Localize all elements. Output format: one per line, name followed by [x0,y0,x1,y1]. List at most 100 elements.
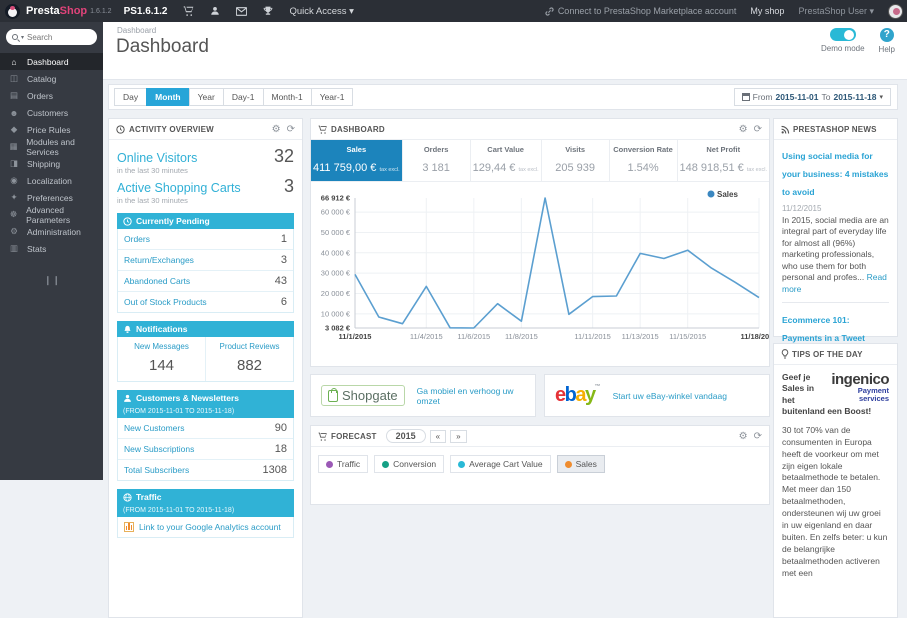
panel-settings-icon[interactable]: ⚙ [272,124,281,135]
product-reviews-cell[interactable]: Product Reviews 882 [205,337,293,381]
new-messages-cell[interactable]: New Messages 144 [118,337,205,381]
svg-text:11/6/2015: 11/6/2015 [457,332,490,341]
new-subscriptions-row[interactable]: New Subscriptions 18 [118,439,293,460]
sidebar-nav: ▾ ⌂Dashboard ◫Catalog ▤Orders ☻Customers… [0,22,103,480]
user-menu[interactable]: PrestaShop User ▾ [798,6,874,17]
sidebar-search[interactable]: ▾ [6,29,97,45]
center-column: DASHBOARD ⚙ ⟳ Sales 411 759,00 € tax excl… [310,118,778,518]
kpi-tab-orders[interactable]: Orders 3 181 [403,140,471,181]
forecast-year: 2015 [385,429,426,443]
news-article-excerpt: In 2015, social media are an integral pa… [782,215,889,294]
demo-mode-toggle[interactable] [829,28,856,41]
kpi-tab-conversion-rate[interactable]: Conversion Rate 1.54% [610,140,678,181]
google-analytics-link[interactable]: Link to your Google Analytics account [139,522,281,532]
help-control: ? Help [879,28,895,54]
person-icon [124,394,131,402]
shopgate-banner[interactable]: Shopgate Ga mobiel en verhoog uw omzet [310,374,536,417]
svg-text:11/1/2015: 11/1/2015 [339,332,372,341]
my-shop-link[interactable]: My shop [750,6,784,16]
kpi-tab-cart-value[interactable]: Cart Value 129,44 € tax excl. [471,140,542,181]
news-article-title[interactable]: Using social media for your business: 4 … [782,151,888,197]
sidebar-item-administration[interactable]: ⚙ Administration [0,223,103,240]
news-article-title[interactable]: Ecommerce 101: Payments in a Tweet [782,315,865,343]
panel-refresh-icon[interactable]: ⟳ [754,431,762,442]
ebay-logo: ebay™ [555,384,601,406]
ebay-banner[interactable]: ebay™ Start uw eBay-winkel vandaag [544,374,770,417]
online-visitors-value: 32 [273,146,294,166]
forecast-toggle-traffic[interactable]: Traffic [318,455,369,473]
sidebar-item-shipping[interactable]: ◨ Shipping [0,155,103,172]
svg-text:40 000 €: 40 000 € [321,248,351,257]
new-customers-row[interactable]: New Customers 90 [118,418,293,439]
active-carts-link[interactable]: Active Shopping Carts [117,181,241,195]
sidebar-item-catalog[interactable]: ◫ Catalog [0,70,103,87]
shop-name[interactable]: PS1.6.1.2 [124,6,168,17]
ebay-link[interactable]: Start uw eBay-winkel vandaag [613,391,727,401]
date-to-value: 2015-11-18 [833,92,877,102]
kpi-tab-net-profit[interactable]: Net Profit 148 918,51 € tax excl. [678,140,769,181]
filter-day-button[interactable]: Day [114,88,148,106]
panel-refresh-icon[interactable]: ⟳ [287,124,295,135]
kpi-tab-visits[interactable]: Visits 205 939 [542,140,610,181]
filter-day-1-button[interactable]: Day-1 [222,88,264,106]
cart-icon[interactable] [183,5,194,17]
filter-month-1-button[interactable]: Month-1 [262,88,312,106]
pending-row-abandoned-carts[interactable]: Abandoned Carts 43 [118,271,293,292]
forecast-prev-button[interactable]: « [429,429,447,443]
user-avatar[interactable] [888,3,903,19]
help-icon[interactable]: ? [879,28,894,42]
customers-icon: ☻ [9,107,19,118]
panel-title: ACTIVITY OVERVIEW [129,124,214,134]
sidebar-item-customers[interactable]: ☻ Customers [0,104,103,121]
filter-year-1-button[interactable]: Year-1 [310,88,354,106]
sidebar-item-price-rules[interactable]: ◆ Price Rules [0,121,103,138]
brand-name: PrestaShop [26,5,87,17]
divider [782,302,889,304]
link-icon [545,6,554,16]
quick-access-menu[interactable]: Quick Access ▾ [289,6,353,17]
pending-row-out-of-stock[interactable]: Out of Stock Products 6 [118,292,293,312]
sales-line-chart: 66 912 € 60 000 € 50 000 € 40 000 € 30 000 €… [311,182,778,365]
total-subscribers-row[interactable]: Total Subscribers 1308 [118,460,293,480]
pending-row-orders[interactable]: Orders 1 [118,229,293,250]
marketplace-link[interactable]: Connect to PrestaShop Marketplace accoun… [545,6,736,16]
search-input[interactable] [27,32,88,42]
forecast-toggle-conversion[interactable]: Conversion [374,455,445,473]
kpi-tab-sales[interactable]: Sales 411 759,00 € tax excl. [311,140,403,181]
panel-title: PRESTASHOP NEWS [793,124,877,134]
sidebar-item-stats[interactable]: ▥ Stats [0,240,103,257]
sidebar-item-advanced-parameters[interactable]: ☸ Advanced Parameters [0,205,103,225]
tip-body: 30 tot 70% van de consumenten in Europa … [782,424,888,578]
shopgate-link[interactable]: Ga mobiel en verhoog uw omzet [417,386,525,406]
online-visitors-link[interactable]: Online Visitors [117,151,197,165]
pending-row-returns[interactable]: Return/Exchanges 3 [118,250,293,271]
forecast-next-button[interactable]: » [450,429,467,443]
date-from-value: 2015-11-01 [775,92,819,102]
panel-settings-icon[interactable]: ⚙ [739,431,748,442]
sidebar-item-dashboard[interactable]: ⌂ Dashboard [0,53,103,70]
sidebar-item-orders[interactable]: ▤ Orders [0,87,103,104]
messages-icon[interactable] [236,6,248,16]
forecast-toggle-average-cart-value[interactable]: Average Cart Value [450,455,551,473]
search-scope-caret-icon[interactable]: ▾ [21,34,24,41]
dashboard-panel: DASHBOARD ⚙ ⟳ Sales 411 759,00 € tax excl… [310,118,778,367]
traffic-date-range: (FROM 2015-11-01 TO 2015-11-18) [123,507,235,514]
sidebar-item-localization[interactable]: ◉ Localization [0,172,103,189]
employees-icon[interactable] [210,6,220,16]
panel-title: FORECAST [331,431,377,441]
sidebar-collapse-button[interactable]: ❙❙ [44,275,103,286]
forecast-toggle-sales[interactable]: Sales [556,455,605,473]
date-range-picker[interactable]: From 2015-11-01 To 2015-11-18 ▾ [733,88,891,106]
active-carts-sub: in the last 30 minutes [117,196,188,205]
filter-year-button[interactable]: Year [188,88,224,106]
period-button-group: Day Month Year Day-1 Month-1 Year-1 [114,88,354,106]
trophy-icon[interactable] [263,6,273,16]
sidebar-item-preferences[interactable]: ✦ Preferences [0,189,103,206]
panel-refresh-icon[interactable]: ⟳ [754,124,762,135]
panel-settings-icon[interactable]: ⚙ [739,124,748,135]
filter-month-button[interactable]: Month [146,88,190,106]
demo-mode-label: Demo mode [820,44,865,53]
breadcrumb[interactable]: Dashboard [117,26,156,35]
sidebar-item-modules[interactable]: ▦ Modules and Services [0,137,103,157]
prestashop-logo [5,3,20,19]
